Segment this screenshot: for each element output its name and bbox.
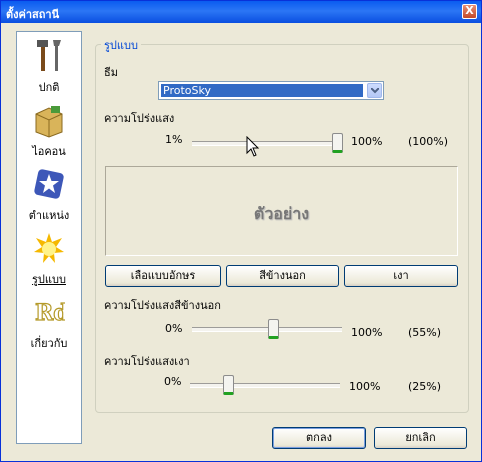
outline-opacity-value: (55%)	[408, 326, 442, 339]
ok-button[interactable]: ตกลง	[272, 427, 366, 449]
opacity-slider-thumb[interactable]	[332, 133, 343, 153]
close-button[interactable]: X	[462, 4, 477, 19]
window-title: ตั้งค่าสถานี	[6, 8, 60, 21]
category-sidebar: ปกติ ไอคอน ตำแหน่ง รูปแบบ Rd เกี่ยวกับ	[16, 31, 82, 444]
mouse-cursor-icon	[246, 136, 260, 157]
cancel-button[interactable]: ยกเลิก	[374, 427, 467, 449]
svg-text:Rd: Rd	[35, 300, 65, 326]
dropdown-arrow-button[interactable]	[367, 83, 382, 98]
sidebar-item-label: รูปแบบ	[32, 273, 66, 286]
theme-dropdown[interactable]: ProtoSky	[158, 81, 384, 100]
rd-logo-icon: Rd	[34, 299, 65, 326]
sidebar-item-label: ไอคอน	[32, 145, 66, 158]
sidebar-item-label: ปกติ	[38, 81, 60, 94]
star-position-icon	[34, 169, 64, 199]
sidebar-item-general[interactable]: ปกติ	[17, 38, 81, 100]
opacity-slider-track[interactable]	[192, 141, 342, 146]
shadow-opacity-slider-thumb[interactable]	[223, 375, 234, 395]
sidebar-item-position[interactable]: ตำแหน่ง	[17, 166, 81, 228]
shadow-button[interactable]: เงา	[344, 265, 458, 287]
outline-opacity-label: ความโปร่งแสงสีข้างนอก	[104, 299, 221, 312]
outline-opacity-slider-thumb[interactable]	[268, 319, 279, 339]
opacity-max: 100%	[351, 135, 383, 148]
package-icon	[35, 106, 63, 138]
preview-text: ตัวอย่าง	[253, 204, 310, 223]
font-button[interactable]: เลือแบบอักษร	[105, 265, 221, 287]
shadow-opacity-value: (25%)	[408, 380, 442, 393]
sidebar-item-icons[interactable]: ไอคอน	[17, 102, 81, 164]
outline-opacity-min: 0%	[165, 322, 183, 335]
sidebar-item-label: เกี่ยวกับ	[30, 337, 68, 350]
title-bar[interactable]: ตั้งค่าสถานี X	[1, 1, 481, 23]
tools-icon	[37, 40, 61, 71]
preview-area: ตัวอย่าง	[105, 166, 458, 256]
opacity-label: ความโปร่งแสง	[104, 112, 175, 125]
shadow-opacity-label: ความโปร่งแสงเงา	[104, 355, 190, 368]
theme-label: ธีม	[104, 66, 118, 79]
sidebar-item-appearance[interactable]: รูปแบบ	[17, 230, 81, 292]
sidebar-item-about[interactable]: Rd เกี่ยวกับ	[17, 294, 81, 356]
sun-theme-icon	[34, 233, 64, 263]
outline-opacity-max: 100%	[351, 326, 383, 339]
outline-color-button[interactable]: สีข้างนอก	[226, 265, 339, 287]
outline-opacity-slider-track[interactable]	[192, 327, 342, 332]
opacity-min: 1%	[165, 133, 183, 146]
shadow-opacity-max: 100%	[349, 380, 381, 393]
settings-window: ตั้งค่าสถานี X ปกติ ไอคอน ตำแหน่ง รูปแบบ…	[0, 0, 482, 462]
theme-selected-value: ProtoSky	[161, 84, 363, 97]
shadow-opacity-min: 0%	[164, 375, 182, 388]
chevron-down-icon	[371, 88, 379, 94]
shadow-opacity-slider-track[interactable]	[190, 383, 340, 388]
opacity-value: (100%)	[408, 135, 449, 148]
sidebar-item-label: ตำแหน่ง	[28, 209, 70, 222]
group-title: รูปแบบ	[101, 36, 141, 54]
